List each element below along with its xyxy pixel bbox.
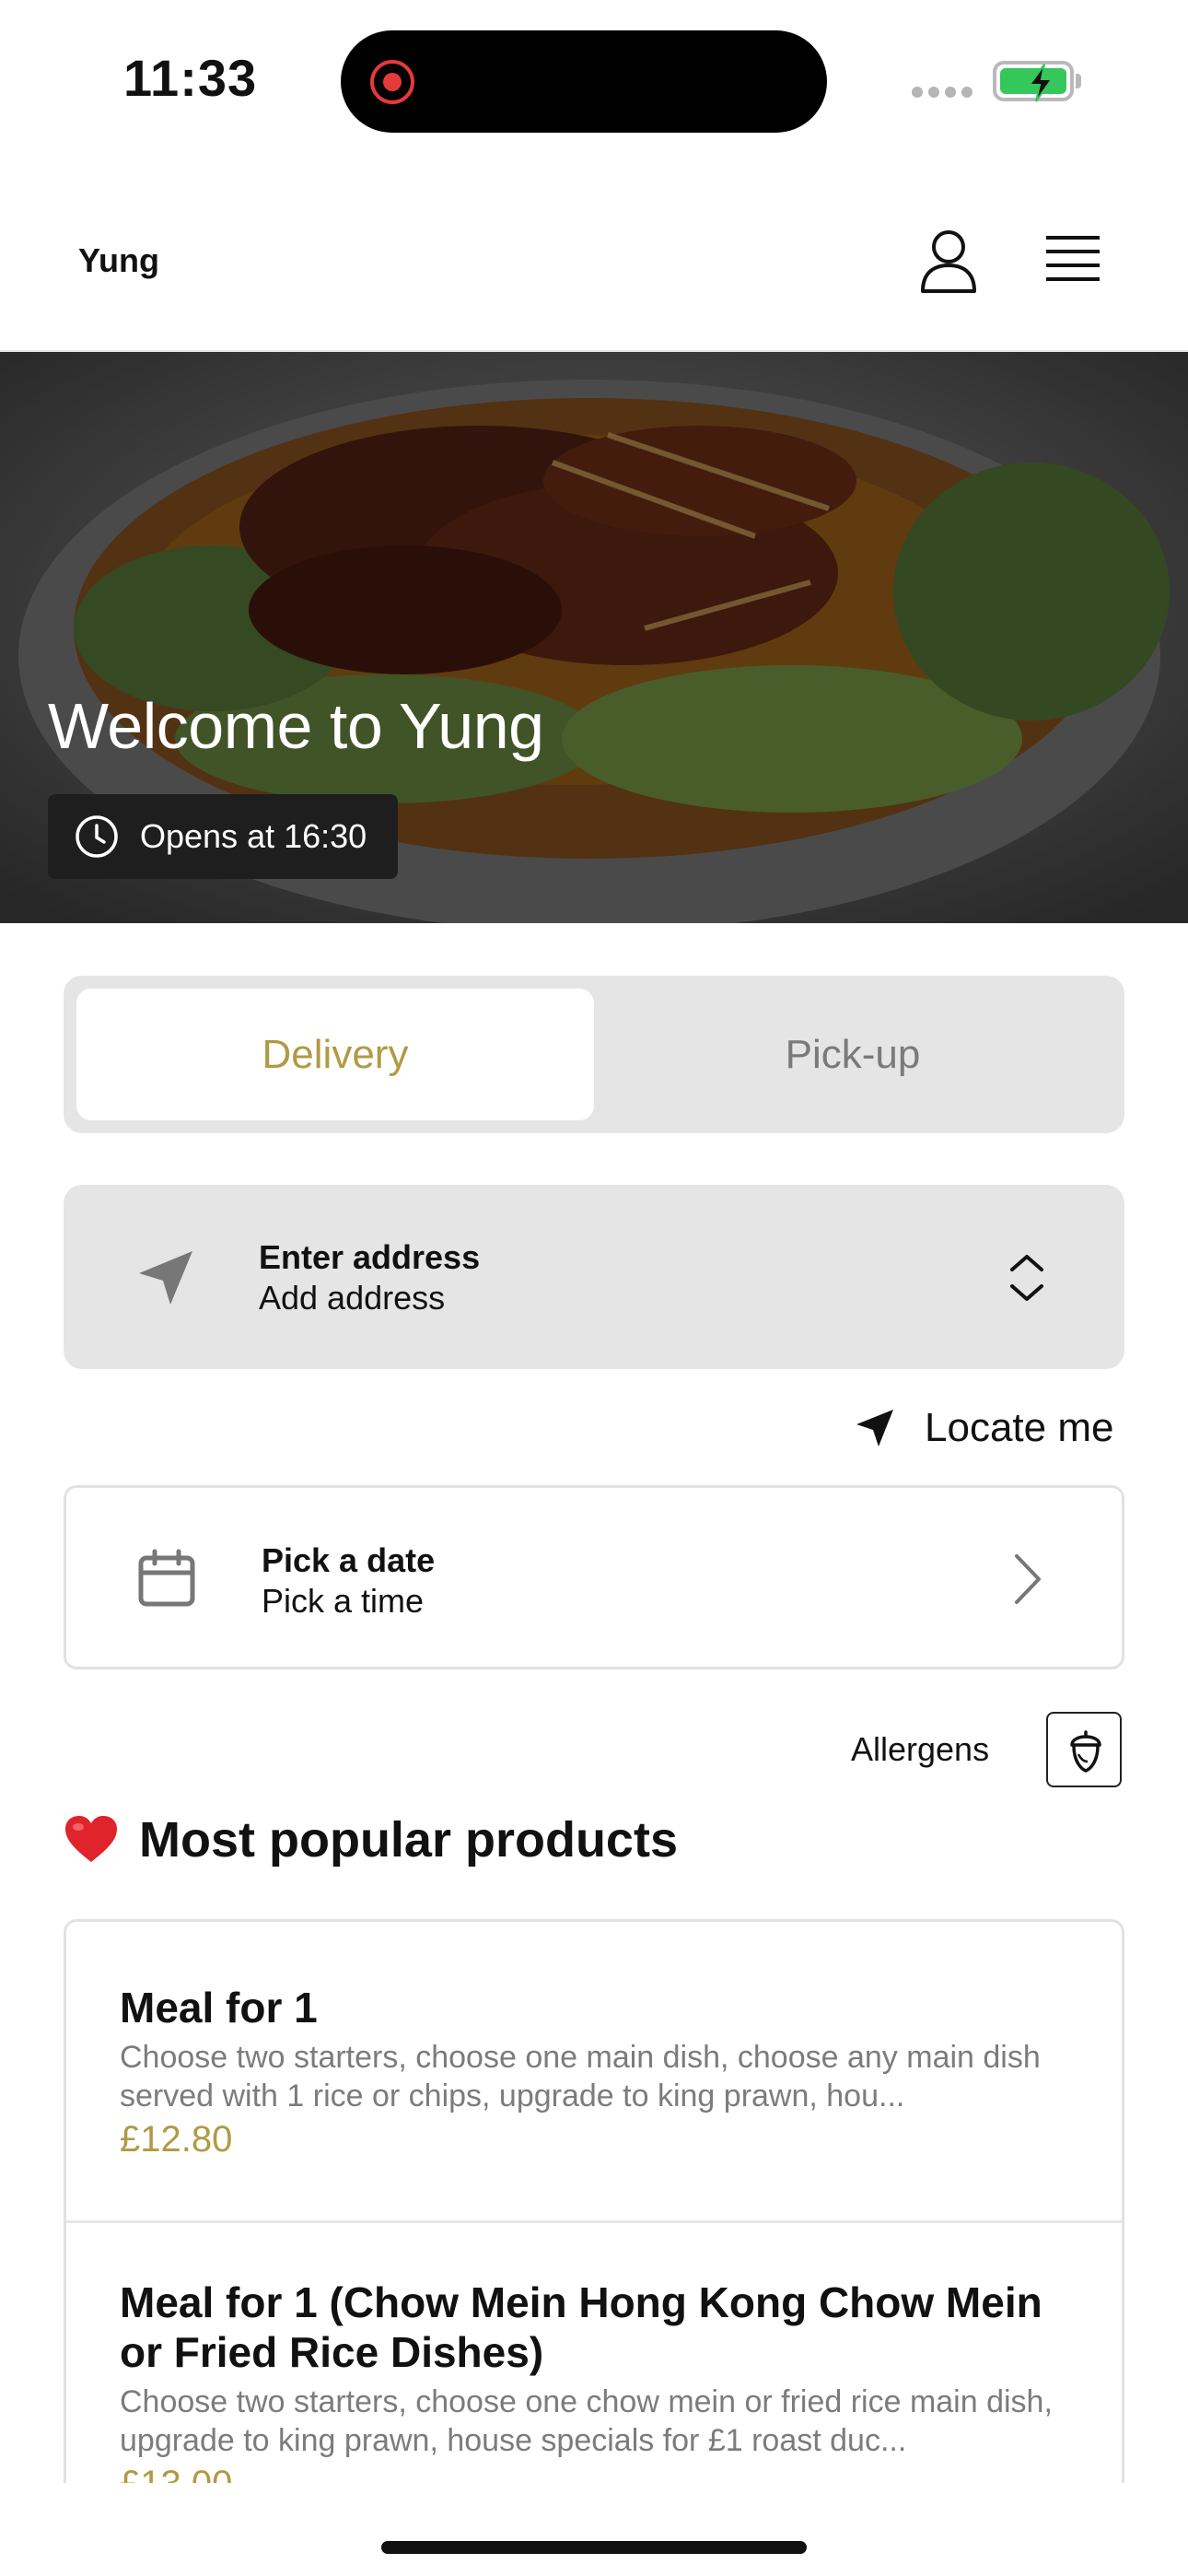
- calendar-icon: [138, 1549, 195, 1607]
- user-icon[interactable]: [912, 225, 985, 299]
- address-selector[interactable]: Enter address Add address: [64, 1185, 1124, 1369]
- acorn-icon: [1070, 1730, 1101, 1773]
- clock-icon: [76, 815, 118, 858]
- dynamic-island: [341, 30, 827, 133]
- opening-hours-badge: Opens at 16:30: [48, 794, 398, 879]
- menu-icon[interactable]: [1041, 228, 1105, 293]
- hero-banner: Welcome to Yung Opens at 16:30: [0, 352, 1188, 923]
- section-title-text: Most popular products: [139, 1812, 678, 1868]
- product-list: Meal for 1 Choose two starters, choose o…: [64, 1919, 1124, 2483]
- chevron-right-icon: [1015, 1554, 1041, 1604]
- product-price: £12.80: [120, 2119, 233, 2160]
- app-header: Yung: [0, 184, 1188, 352]
- divider: [66, 2220, 1122, 2223]
- opening-hours-text: Opens at 16:30: [140, 817, 367, 855]
- product-description: Choose two starters, choose one chow mei…: [120, 2384, 1053, 2458]
- cellular-signal-icon: [912, 87, 976, 100]
- status-bar: 11:33: [0, 0, 1188, 166]
- status-time: 11:33: [123, 49, 258, 107]
- locate-me-label: Locate me: [925, 1405, 1114, 1450]
- product-name: Meal for 1: [120, 1984, 318, 2032]
- address-title: Enter address: [259, 1238, 481, 1276]
- brand-name[interactable]: Yung: [78, 241, 159, 280]
- delivery-tab[interactable]: Delivery: [76, 989, 594, 1120]
- welcome-title: Welcome to Yung: [48, 690, 544, 762]
- pickup-tab[interactable]: Pick-up: [594, 989, 1112, 1120]
- list-item[interactable]: Meal for 1 (Chow Mein Hong Kong Chow Mei…: [66, 2277, 1122, 2483]
- order-mode-toggle: Delivery Pick-up: [64, 976, 1124, 1133]
- time-subtitle: Pick a time: [262, 1582, 425, 1620]
- product-description: Choose two starters, choose one main dis…: [120, 2040, 1041, 2113]
- product-name: Meal for 1 (Chow Mein Hong Kong Chow Mei…: [120, 2278, 1042, 2376]
- section-title: Most popular products: [64, 1811, 678, 1868]
- date-title: Pick a date: [262, 1541, 436, 1579]
- address-subtitle: Add address: [259, 1279, 446, 1317]
- home-indicator[interactable]: [381, 2541, 807, 2554]
- product-price: £13.00: [120, 2464, 1068, 2483]
- allergens-button[interactable]: [1046, 1712, 1122, 1787]
- battery-icon: [993, 61, 1074, 102]
- heart-icon: [65, 1816, 117, 1862]
- locate-me-button[interactable]: Locate me: [853, 1400, 1113, 1456]
- charging-bolt-icon: [1028, 64, 1054, 102]
- allergens-label: Allergens: [851, 1730, 990, 1768]
- location-arrow-icon: [856, 1410, 893, 1446]
- navigation-arrow-icon: [139, 1251, 192, 1305]
- chevron-up-down-icon: [1010, 1255, 1043, 1301]
- recording-icon: [370, 60, 414, 104]
- list-item[interactable]: Meal for 1 Choose two starters, choose o…: [66, 1983, 1122, 2160]
- date-time-picker[interactable]: Pick a date Pick a time: [64, 1485, 1124, 1669]
